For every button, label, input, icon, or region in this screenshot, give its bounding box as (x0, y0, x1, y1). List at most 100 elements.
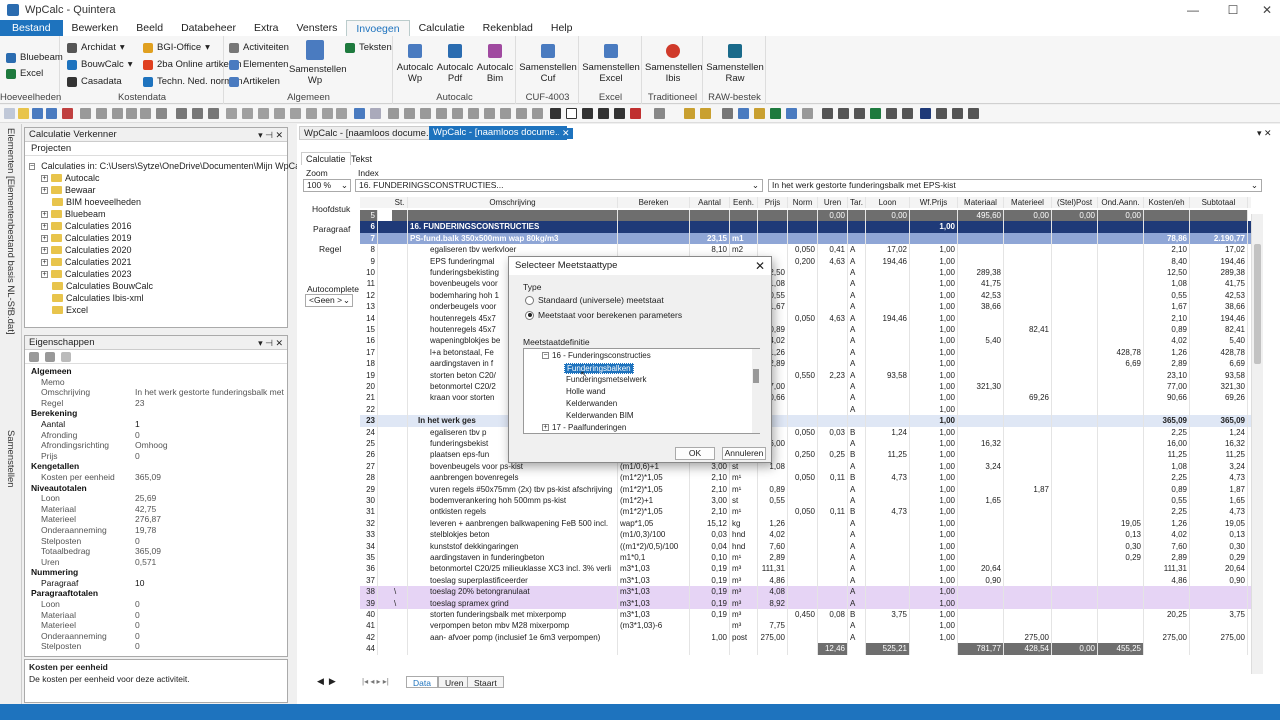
table-cell[interactable] (1144, 620, 1190, 632)
table-cell[interactable] (392, 449, 408, 461)
table-cell[interactable] (1052, 312, 1098, 324)
indent-icon[interactable] (322, 108, 333, 119)
table-row[interactable]: 14 houtenregels 45x7 0,050 4,63 A 194,46 1,00 2… (360, 312, 1251, 324)
table-cell[interactable] (1004, 255, 1052, 267)
close-icon[interactable]: ✕ (1250, 0, 1280, 20)
sheet-nav-icon[interactable]: |◂ ◂ ▸ ▸| (362, 677, 389, 686)
table-cell[interactable] (866, 324, 910, 336)
font-icon[interactable] (500, 108, 511, 119)
column-header[interactable]: (Stel)Post (1052, 197, 1098, 209)
table-cell[interactable]: 24 (360, 426, 378, 438)
table-cell[interactable] (848, 415, 866, 427)
table-row[interactable]: 28 aanbrengen bovenregels (m1*2)*1,05 2,10 m… (360, 472, 1251, 484)
table-cell[interactable]: 37 (360, 574, 378, 587)
table-cell[interactable] (1098, 438, 1144, 450)
table-cell[interactable]: 36 (360, 563, 378, 575)
table-cell[interactable]: kunststof dekkingaringen (408, 540, 618, 552)
table-cell[interactable]: A (848, 289, 866, 302)
table-cell[interactable]: 28 (360, 472, 378, 484)
table-cell[interactable]: 1,00 (910, 358, 958, 370)
tools-icon[interactable] (802, 108, 813, 119)
table-cell[interactable] (392, 643, 408, 655)
menu-invoegen[interactable]: Invoegen (346, 20, 410, 36)
table-cell[interactable]: 4,63 (818, 255, 848, 267)
table-cell[interactable] (958, 609, 1004, 621)
property-value[interactable]: 19,78 (135, 525, 287, 536)
settings2-icon[interactable] (838, 108, 849, 119)
table-cell[interactable]: 1,00 (910, 346, 958, 359)
column-header[interactable]: Loon (866, 197, 910, 209)
table-cell[interactable]: 22 (360, 403, 378, 416)
close-tab-icon[interactable]: ✕ (559, 128, 573, 139)
table-cell[interactable] (1098, 460, 1144, 473)
property-row[interactable]: Totaalbedrag 365,09 (25, 546, 287, 557)
table-cell[interactable] (788, 278, 818, 290)
table-cell[interactable]: 4,86 (1144, 574, 1190, 587)
table-row[interactable]: 44 12,46 525,21 781,77 428,54 0,00 455,25 (360, 643, 1251, 655)
table-cell[interactable] (848, 232, 866, 245)
table-cell[interactable]: 1,00 (910, 415, 958, 427)
table-cell[interactable]: 0,19 (690, 609, 730, 621)
table-cell[interactable] (818, 574, 848, 587)
table-cell[interactable]: m1 (730, 232, 758, 245)
table-cell[interactable]: \ (392, 597, 408, 609)
table-row[interactable]: 20 betonmortel C20/2 77,00 A 1,00 321,30 77,00… (360, 381, 1251, 393)
table-cell[interactable] (392, 552, 408, 564)
table-row[interactable]: 26 plaatsen eps-fun 0,250 0,25 B 11,25 1,00 11,… (360, 449, 1251, 461)
table-cell[interactable] (1004, 267, 1052, 279)
table-cell[interactable] (392, 631, 408, 644)
table-cell[interactable]: 35 (360, 552, 378, 564)
property-value[interactable]: 23 (135, 398, 287, 409)
table-cell[interactable]: A (848, 563, 866, 575)
table-cell[interactable] (1052, 609, 1098, 621)
table-cell[interactable] (866, 415, 910, 427)
table-cell[interactable]: 1,00 (910, 483, 958, 495)
table-cell[interactable] (1052, 460, 1098, 473)
close-panel-icon[interactable]: ▾ ⊣ ✕ (258, 128, 283, 142)
table-cell[interactable] (958, 483, 1004, 495)
table-cell[interactable]: 3,24 (1190, 460, 1248, 473)
table-cell[interactable]: A (848, 392, 866, 404)
table-cell[interactable] (848, 210, 866, 222)
table-cell[interactable] (788, 495, 818, 507)
table-cell[interactable]: 7,60 (1144, 540, 1190, 552)
table-cell[interactable]: 12 (360, 289, 378, 302)
table-cell[interactable] (958, 312, 1004, 324)
table-cell[interactable] (818, 403, 848, 416)
table-cell[interactable] (1004, 335, 1052, 347)
table-cell[interactable]: 1,08 (1144, 278, 1190, 290)
table-cell[interactable]: 0,050 (788, 244, 818, 256)
table-cell[interactable] (392, 563, 408, 575)
close-icon[interactable]: ✕ (755, 257, 765, 275)
bluebeam-button[interactable]: Bluebeam (6, 52, 63, 63)
table-cell[interactable]: A (848, 267, 866, 279)
table-cell[interactable]: 29 (360, 483, 378, 495)
table-cell[interactable]: 1,00 (910, 278, 958, 290)
table-cell[interactable]: 1,00 (910, 495, 958, 507)
table-cell[interactable]: A (848, 278, 866, 290)
table-cell[interactable] (866, 529, 910, 541)
column-header[interactable]: Aantal (690, 197, 730, 209)
property-value[interactable]: 365,09 (135, 472, 287, 483)
table-cell[interactable]: 20,25 (1144, 609, 1190, 621)
table-cell[interactable]: 1,00 (910, 460, 958, 473)
property-value[interactable]: 10 (135, 578, 287, 589)
table-cell[interactable]: 12,46 (818, 643, 848, 655)
table-cell[interactable]: bodemverankering hoh 500mm ps-kist (408, 495, 618, 507)
table-cell[interactable]: 16,00 (1144, 438, 1190, 450)
expand-icon[interactable]: + (41, 174, 48, 182)
samenstellen-excel-button[interactable]: Samenstellen Excel (582, 44, 640, 84)
level-regel[interactable]: Regel (319, 244, 341, 254)
table-cell[interactable] (1144, 403, 1190, 416)
grid-icon[interactable] (786, 108, 797, 119)
table-cell[interactable] (1052, 438, 1098, 450)
underline-icon[interactable] (582, 108, 593, 119)
tab-list-icon[interactable]: ▾ ✕ (1257, 128, 1272, 139)
table-cell[interactable] (1004, 609, 1052, 621)
table-cell[interactable] (1052, 529, 1098, 541)
table-cell[interactable] (848, 221, 866, 233)
table-cell[interactable]: 23 (360, 415, 378, 427)
table-cell[interactable]: 1,00 (910, 563, 958, 575)
table-cell[interactable]: 1,00 (910, 392, 958, 404)
table-cell[interactable]: 1,00 (910, 472, 958, 484)
